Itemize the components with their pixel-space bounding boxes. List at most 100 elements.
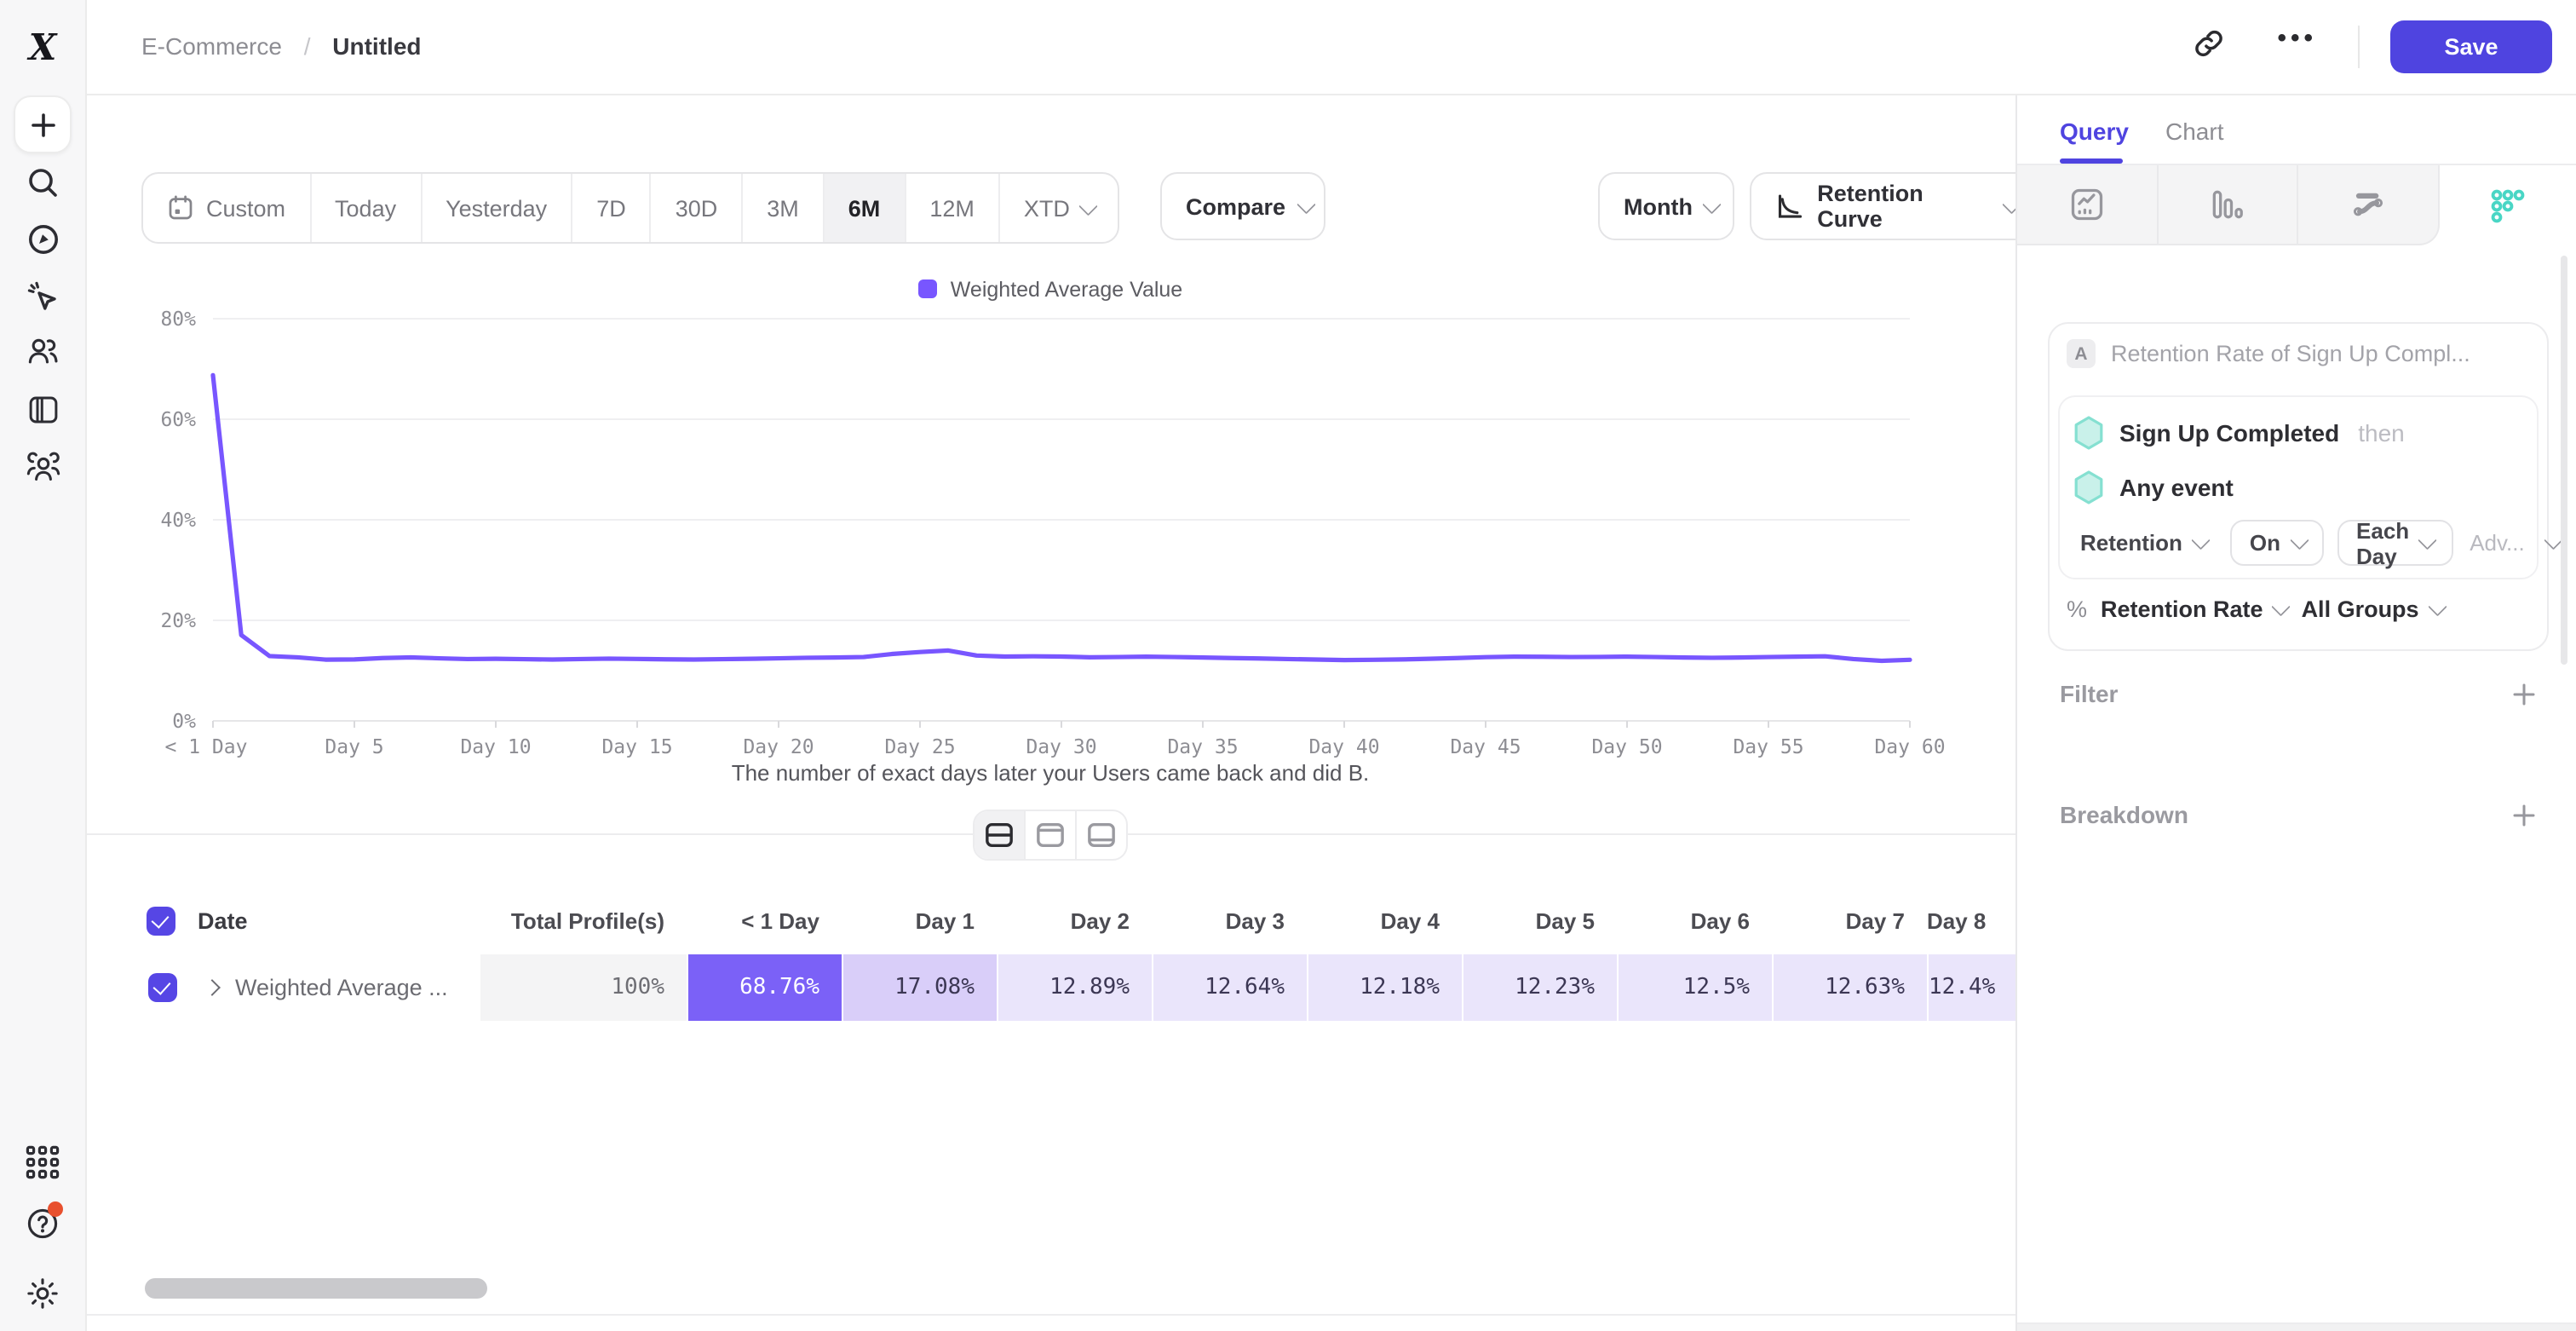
- report-type-insights[interactable]: [2017, 165, 2158, 245]
- date-range-today[interactable]: Today: [311, 174, 422, 242]
- query-step-header[interactable]: A Retention Rate of Sign Up Compl...: [2067, 339, 2470, 368]
- date-range-6m[interactable]: 6M: [825, 174, 906, 242]
- svg-text:0%: 0%: [172, 711, 196, 733]
- tab-chart[interactable]: Chart: [2165, 118, 2223, 145]
- copy-link-button[interactable]: [2191, 26, 2227, 61]
- panel-scrollbar[interactable]: [2561, 256, 2567, 665]
- report-type-flows[interactable]: [2298, 165, 2439, 245]
- mixpanel-logo[interactable]: X: [17, 20, 68, 72]
- retention-cell[interactable]: 12.18%: [1307, 954, 1462, 1021]
- column-header-day-1[interactable]: Day 1: [842, 886, 997, 954]
- retention-cell[interactable]: 12.4%: [1927, 954, 2015, 1021]
- svg-text:Day 5: Day 5: [325, 736, 383, 758]
- apps-nav-button[interactable]: [15, 1135, 70, 1190]
- date-range-3m[interactable]: 3M: [743, 174, 825, 242]
- boards-nav-button[interactable]: [15, 382, 70, 436]
- svg-text:40%: 40%: [160, 510, 196, 532]
- events-nav-button[interactable]: [15, 269, 70, 324]
- date-range-xtd[interactable]: XTD: [1000, 174, 1118, 242]
- column-header-day-6[interactable]: Day 6: [1617, 886, 1772, 954]
- measure-dropdown[interactable]: Retention Rate: [2101, 596, 2288, 622]
- column-header-day-5[interactable]: Day 5: [1462, 886, 1617, 954]
- granularity-dropdown[interactable]: Month: [1598, 172, 1734, 240]
- retention-cell[interactable]: 12.23%: [1462, 954, 1617, 1021]
- funnels-icon: [2209, 186, 2246, 223]
- column-header-day-2[interactable]: Day 2: [997, 886, 1152, 954]
- on-dropdown[interactable]: On: [2231, 520, 2324, 566]
- help-button[interactable]: [15, 1196, 70, 1251]
- column-header-day-3[interactable]: Day 3: [1152, 886, 1307, 954]
- criteria-dropdown[interactable]: Retention: [2070, 530, 2217, 556]
- breadcrumb-separator: /: [304, 32, 311, 60]
- select-all-checkbox[interactable]: [147, 906, 175, 935]
- column-header-day-8[interactable]: Day 8: [1927, 886, 2008, 954]
- retention-cell[interactable]: 68.76%: [687, 954, 842, 1021]
- column-header-day-7[interactable]: Day 7: [1772, 886, 1927, 954]
- chart-style-dropdown[interactable]: Retention Curve: [1750, 172, 2015, 240]
- explore-nav-button[interactable]: [15, 211, 70, 266]
- retention-cell[interactable]: 100%: [479, 954, 687, 1021]
- return-event-row[interactable]: Any event: [2073, 470, 2234, 504]
- row-label[interactable]: Weighted Average ...: [235, 975, 448, 1000]
- view-toggle-chart-and-table[interactable]: [975, 811, 1026, 859]
- chevron-down-icon: [2544, 531, 2562, 549]
- cohorts-nav-button[interactable]: [15, 440, 70, 494]
- horizontal-scrollbar[interactable]: [145, 1278, 487, 1299]
- date-range-12m[interactable]: 12M: [906, 174, 1000, 242]
- report-type-retention[interactable]: [2439, 165, 2576, 245]
- on-label: On: [2250, 530, 2280, 556]
- save-button[interactable]: Save: [2390, 20, 2552, 73]
- date-range-custom[interactable]: Custom: [143, 174, 311, 242]
- report-type-funnels[interactable]: [2158, 165, 2298, 245]
- advanced-dropdown[interactable]: Adv...: [2470, 530, 2560, 556]
- retention-cell[interactable]: 12.64%: [1152, 954, 1307, 1021]
- return-event-name: Any event: [2119, 474, 2234, 501]
- search-nav-button[interactable]: [15, 155, 70, 210]
- svg-text:Day 55: Day 55: [1733, 736, 1803, 758]
- retention-cell[interactable]: 12.89%: [997, 954, 1152, 1021]
- then-label: then: [2358, 419, 2405, 447]
- expand-row-chevron[interactable]: [204, 979, 221, 996]
- insights-icon: [2068, 186, 2106, 223]
- column-header-day-4[interactable]: Day 4: [1307, 886, 1462, 954]
- percent-symbol: %: [2067, 596, 2087, 622]
- retention-curve-line[interactable]: [213, 375, 1910, 660]
- column-header-date[interactable]: Date: [198, 886, 479, 954]
- breadcrumb-project[interactable]: E-Commerce: [141, 32, 282, 60]
- retention-icon: [2487, 183, 2531, 228]
- date-range-yesterday[interactable]: Yesterday: [422, 174, 572, 242]
- tab-query[interactable]: Query: [2060, 118, 2129, 145]
- date-range-30d[interactable]: 30D: [652, 174, 744, 242]
- board-icon: [25, 391, 60, 427]
- create-new-button[interactable]: [14, 95, 72, 153]
- column-header-total-profile-s-[interactable]: Total Profile(s): [479, 886, 687, 954]
- first-event-name: Sign Up Completed: [2119, 419, 2339, 447]
- svg-text:20%: 20%: [160, 610, 196, 632]
- link-icon: [2191, 26, 2227, 61]
- row-checkbox[interactable]: [148, 973, 177, 1002]
- breakdown-label: Breakdown: [2060, 801, 2188, 828]
- breadcrumb-report-title[interactable]: Untitled: [332, 32, 421, 60]
- settings-button[interactable]: [15, 1266, 70, 1321]
- retention-line-chart[interactable]: 0%20%40%60%80%< 1 DayDay 5Day 10Day 15Da…: [85, 273, 2015, 801]
- report-canvas: CustomTodayYesterday7D30D3M6M12MXTD Comp…: [85, 94, 2015, 1331]
- groups-dropdown[interactable]: All Groups: [2302, 596, 2444, 622]
- more-options-button[interactable]: •••: [2277, 24, 2317, 53]
- view-toggle-chart-only[interactable]: [1026, 811, 1077, 859]
- compare-button[interactable]: Compare: [1160, 172, 1325, 240]
- retention-cell[interactable]: 12.5%: [1617, 954, 1772, 1021]
- svg-text:60%: 60%: [160, 409, 196, 431]
- svg-text:Day 50: Day 50: [1591, 736, 1662, 758]
- retention-cell[interactable]: 12.63%: [1772, 954, 1927, 1021]
- top-bar: E-Commerce / Untitled ••• Save: [85, 0, 2576, 95]
- retention-cell[interactable]: 17.08%: [842, 954, 997, 1021]
- column-header--1-day[interactable]: < 1 Day: [687, 886, 842, 954]
- add-filter-button[interactable]: [2513, 683, 2535, 705]
- add-breakdown-button[interactable]: [2513, 804, 2535, 826]
- first-event-row[interactable]: Sign Up Completed then: [2073, 416, 2405, 450]
- svg-text:Day 35: Day 35: [1167, 736, 1238, 758]
- date-range-7d[interactable]: 7D: [572, 174, 652, 242]
- interval-dropdown[interactable]: Each Day: [2337, 520, 2452, 566]
- view-toggle-table-only[interactable]: [1077, 811, 1126, 859]
- users-nav-button[interactable]: [15, 324, 70, 378]
